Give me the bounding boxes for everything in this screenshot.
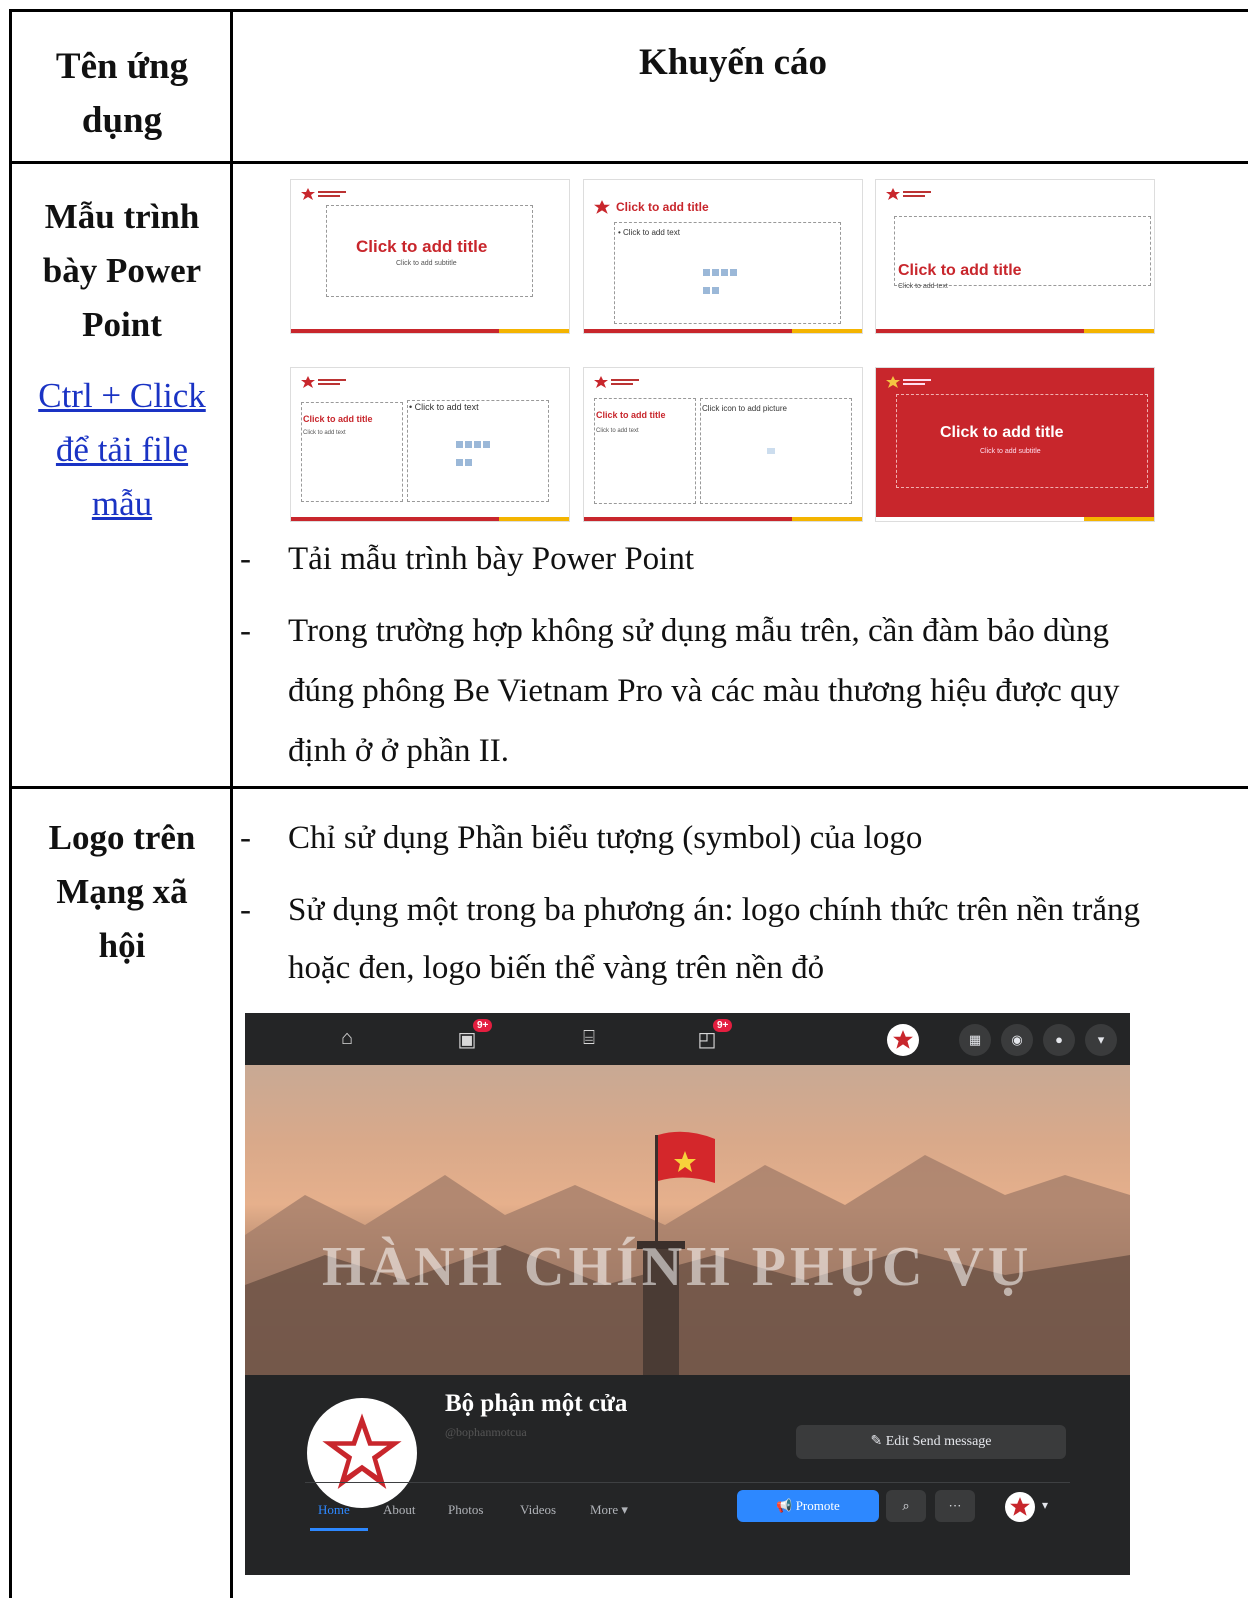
table-row-divider-2	[9, 786, 1248, 789]
row2-app-name: Logo trên Mạng xã hội	[12, 811, 232, 973]
slide-title: Click to add title	[616, 200, 709, 214]
row2-name-line2: Mạng xã	[56, 872, 188, 911]
brand-logo-icon	[886, 376, 936, 388]
edit-send-message-button[interactable]: ✎ Edit Send message	[796, 1425, 1066, 1459]
bullet-text-line1: Trong trường hợp không sử dụng mẫu trên,…	[288, 613, 1110, 649]
brand-logo-icon	[594, 376, 644, 388]
content-placeholder-icons	[455, 436, 495, 466]
slide-thumb-two-content: Click to add title Click to add text • C…	[291, 368, 569, 521]
fb-topbar: ⌂ ▣ 9+ ⌸ ◰ 9+ ▦ ◉ ● ▾	[245, 1013, 1130, 1065]
bullet-text-line1: Sử dụng một trong ba phương án: logo chí…	[288, 892, 1140, 928]
slide-thumb-red: Click to add title Click to add subtitle	[876, 368, 1154, 521]
brand-logo-icon	[886, 188, 936, 200]
profile-avatar-icon[interactable]	[887, 1024, 919, 1056]
slide-text: Click to add text	[303, 430, 346, 436]
tab-photos[interactable]: Photos	[448, 1502, 483, 1518]
slide-subtitle: Click to add subtitle	[980, 448, 1041, 455]
row1-app-name: Mẫu trình bày Power Point	[12, 190, 232, 352]
page-avatar[interactable]	[307, 1398, 417, 1508]
brand-logo-icon	[301, 376, 351, 388]
row2-name-line3: hội	[98, 926, 146, 965]
slide-title: Click to add title	[303, 414, 373, 424]
slide-title: Click to add title	[356, 237, 488, 256]
link-line1[interactable]: Ctrl + Click	[12, 369, 232, 423]
content-placeholder-icons	[702, 264, 742, 294]
gaming-badge: 9+	[713, 1019, 733, 1032]
messenger-icon[interactable]: ◉	[1001, 1024, 1033, 1056]
chevron-down-icon[interactable]: ▾	[1042, 1498, 1048, 1512]
bullet-text: Tải mẫu trình bày Power Point	[288, 541, 695, 577]
row1-bullet-2: - Trong trường hợp không sử dụng mẫu trê…	[240, 604, 1240, 778]
more-options-button[interactable]: ···	[935, 1490, 975, 1522]
row1-name-line3: Point	[82, 305, 162, 344]
promote-button[interactable]: 📢 Promote	[737, 1490, 879, 1522]
tab-home[interactable]: Home	[318, 1502, 350, 1518]
link-line3[interactable]: mẫu	[12, 477, 232, 531]
page-handle: @bophanmotcua	[445, 1425, 527, 1439]
video-badge: 9+	[473, 1019, 493, 1032]
slide-thumb-content: Click to add title • Click to add text	[584, 180, 862, 333]
pencil-icon: ✎	[870, 1434, 886, 1449]
header-col2: Khuyến cáo	[233, 40, 1233, 86]
slide-text: Click to add text	[596, 428, 639, 434]
marketplace-icon[interactable]: ⌸	[577, 1027, 601, 1049]
search-icon[interactable]: ⌕	[886, 1490, 926, 1522]
header-col1-text: Tên ứng dụng	[55, 46, 189, 141]
tab-about[interactable]: About	[383, 1502, 416, 1518]
bullet-text-line3: định ở ở phần II.	[288, 733, 509, 769]
row2-bullet-2: - Sử dụng một trong ba phương án: logo c…	[240, 883, 1240, 995]
page-name: Bộ phận một cửa	[445, 1390, 628, 1417]
download-template-link[interactable]: Ctrl + Click để tải file mẫu	[12, 369, 232, 531]
slide-text: • Click to add text	[409, 402, 479, 412]
link-line2[interactable]: để tải file	[12, 423, 232, 477]
header-col2-text: Khuyến cáo	[638, 42, 828, 83]
slide-title: Click to add title	[596, 410, 666, 420]
fb-tabs-divider	[305, 1482, 1070, 1483]
slide-picture-text: Click icon to add picture	[702, 404, 787, 413]
megaphone-icon: 📢	[776, 1498, 796, 1513]
slide-subtitle: Click to add text	[898, 283, 948, 290]
picture-placeholder-icon	[767, 448, 775, 454]
bullet-text-line2: hoặc đen, logo biến thể vàng trên nền đỏ	[288, 950, 825, 986]
table-row-divider-1	[9, 161, 1248, 164]
page-avatar-small[interactable]	[1005, 1492, 1035, 1522]
slide-title: Click to add title	[898, 262, 1022, 279]
table-border-top	[9, 9, 1248, 12]
cover-overlay-text: HÀNH CHÍNH PHỤC VỤ	[322, 1236, 1033, 1298]
tab-more[interactable]: More ▾	[590, 1502, 628, 1518]
brand-logo-icon	[322, 1413, 402, 1489]
cover-photo	[245, 1065, 1130, 1375]
brand-logo-icon	[301, 188, 351, 200]
slide-title: Click to add title	[940, 424, 1064, 441]
slide-thumb-picture: Click to add title Click to add text Cli…	[584, 368, 862, 521]
home-icon[interactable]: ⌂	[335, 1027, 359, 1049]
slide-thumb-title: Click to add title Click to add subtitle	[291, 180, 569, 333]
slide-thumb-section: Click to add title Click to add text	[876, 180, 1154, 333]
row2-name-line1: Logo trên	[48, 818, 196, 857]
account-dropdown-icon[interactable]: ▾	[1085, 1024, 1117, 1056]
brand-logo-icon	[594, 200, 610, 214]
menu-grid-icon[interactable]: ▦	[959, 1024, 991, 1056]
row1-name-line1: Mẫu trình	[44, 197, 200, 236]
slide-text: • Click to add text	[618, 228, 680, 237]
notifications-icon[interactable]: ●	[1043, 1024, 1075, 1056]
slide-subtitle: Click to add subtitle	[396, 260, 457, 267]
row1-bullet-1: - Tải mẫu trình bày Power Point	[240, 532, 1240, 586]
row1-name-line2: bày Power	[42, 251, 202, 290]
bullet-text: Chỉ sử dụng Phần biểu tượng (symbol) của…	[288, 820, 923, 856]
row2-bullet-1: - Chỉ sử dụng Phần biểu tượng (symbol) c…	[240, 811, 1240, 865]
tab-home-underline	[310, 1528, 368, 1531]
tab-videos[interactable]: Videos	[520, 1502, 556, 1518]
mountains-image	[245, 1131, 1130, 1375]
bullet-text-line2: đúng phông Be Vietnam Pro và các màu thư…	[288, 673, 1120, 709]
brand-logo-icon	[1010, 1497, 1030, 1516]
header-col1: Tên ứng dụng	[12, 40, 232, 148]
